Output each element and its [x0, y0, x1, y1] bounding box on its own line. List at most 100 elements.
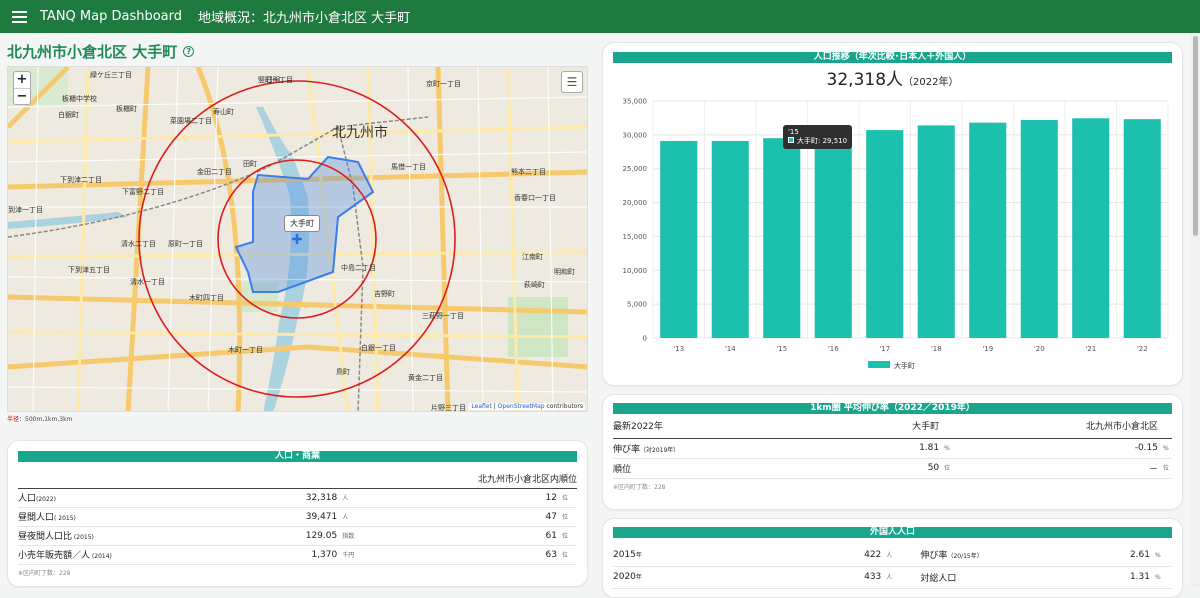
row-label: 昼間人口 [18, 513, 55, 523]
population-commerce-card: 人口・商業 北九州市小倉北区内順位 人口(2022) 32,318 人 12 位… [7, 440, 588, 587]
map-label: 吉野町 [374, 290, 395, 298]
x-tick-label: '18 [931, 345, 942, 353]
layers-icon[interactable]: ☰ [561, 71, 583, 93]
header-cell: 大手町 [864, 414, 940, 439]
tooltip-text: 大手町: 29,510 [797, 137, 848, 145]
legend-swatch [868, 361, 890, 368]
chart-title: 人口推移（年次比較･日本人＋外国人） [613, 52, 1172, 63]
map-label: 京町一丁目 [426, 80, 461, 88]
map-label: 下到津五丁目 [68, 266, 110, 274]
x-tick-label: '22 [1137, 345, 1148, 353]
map-label: 下富野二丁目 [122, 188, 164, 196]
row-rank-unit: 位 [562, 532, 569, 540]
column-header: 北九州市小倉北区内順位 [387, 462, 577, 489]
row-sub: ( 2015) [54, 515, 76, 522]
table-row: 人口(2022) 32,318 人 12 位 [18, 488, 577, 508]
map[interactable]: + − ☰ 北九州市 緑ケ丘三丁目 日明 板櫃中学校 板櫃町 白銀町 菜園場二丁… [7, 66, 588, 412]
row-unit: 位 [944, 465, 951, 472]
chart-tooltip: '15 大手町: 29,510 [783, 125, 853, 149]
osm-link[interactable]: OpenStreetMap [498, 403, 545, 410]
row-year: 2020 [613, 572, 636, 582]
bar [1072, 118, 1110, 338]
row-label: 昼夜間人口比 [18, 532, 73, 542]
map-label: 竪町一丁目 [258, 76, 293, 84]
row-city-unit: % [1163, 445, 1169, 452]
foreign-table: 2015年 422 人 伸び率（20/15年） 2.61 % 2020年 433… [613, 544, 1172, 589]
row-unit2: % [1155, 574, 1161, 581]
table-row: 2015年 422 人 伸び率（20/15年） 2.61 % [613, 544, 1172, 567]
headline-value: 32,318人 [826, 70, 904, 90]
table-row: 昼間人口( 2015) 39,471 人 47 位 [18, 507, 577, 527]
map-label: 白銀町 [58, 111, 79, 119]
row-unit: 千円 [342, 551, 355, 559]
card-title: 外国人人口 [613, 527, 1172, 538]
growth-table: 最新2022年 大手町 北九州市小倉北区 伸び率（対2019年） 1.81 % … [613, 414, 1172, 479]
y-tick-label: 25,000 [623, 165, 648, 173]
row-value: 1,370 [269, 545, 338, 565]
header-cell: 北九州市小倉北区 [959, 414, 1158, 439]
table-header-row: 最新2022年 大手町 北九州市小倉北区 [613, 414, 1172, 439]
row-unit: 人 [886, 551, 893, 559]
bar-chart[interactable]: 0 5,000 10,000 15,000 20,000 25,000 30,000 35,0… [613, 93, 1174, 383]
x-tick-label: '15 [776, 345, 787, 353]
map-label: 明和町 [554, 268, 575, 276]
x-tick-label: '19 [982, 345, 993, 353]
bar [1020, 119, 1058, 339]
bar [917, 125, 955, 339]
leaflet-link[interactable]: Leaflet [471, 403, 491, 410]
y-tick-label: 0 [643, 335, 647, 343]
radius-legend-text: ：500m,1km,3km [19, 416, 73, 423]
radius-legend-prefix: 半径 [7, 416, 20, 423]
growth-note: ※区内町丁数：228 [613, 483, 666, 491]
row-value: 1.81 [864, 438, 940, 459]
map-label: 板櫃町 [116, 105, 137, 113]
zoom-in-button[interactable]: + [14, 72, 30, 88]
row-value: 433 [780, 566, 882, 589]
card-title: 人口・商業 [18, 451, 577, 462]
map-label: 白銀一丁目 [361, 344, 396, 352]
row-value: 129.05 [269, 526, 338, 546]
menu-icon[interactable] [0, 0, 38, 33]
map-label: 江南町 [522, 253, 543, 261]
map-label: 原町一丁目 [168, 240, 203, 248]
row-city-unit: 位 [1163, 465, 1170, 472]
map-label: 緑ケ丘三丁目 [90, 71, 132, 79]
row-value: 422 [780, 544, 882, 567]
growth-rate-card: 1km圏 平均伸び率（2022／2019年） 最新2022年 大手町 北九州市小… [602, 394, 1183, 510]
area-pin-label[interactable]: 大手町 [284, 215, 320, 232]
bar [1123, 119, 1161, 338]
zoom-control: + − [13, 71, 31, 105]
y-tick-label: 10,000 [623, 267, 648, 275]
map-label: 三萩野一丁目 [422, 312, 464, 320]
row-year: 2015 [613, 549, 636, 560]
row-sub: （対2019年） [640, 446, 680, 454]
legend-label: 大手町 [894, 361, 915, 370]
map-label: 熊本二丁目 [511, 168, 546, 176]
row-value2: 1.31 [1094, 566, 1150, 589]
row-rank: 63 [387, 545, 557, 565]
zoom-out-button[interactable]: − [14, 88, 30, 104]
map-label: 到津一丁目 [8, 206, 43, 214]
help-icon[interactable]: ? [183, 46, 195, 57]
row-unit: 指数 [342, 532, 355, 540]
row-sub: (2022) [36, 496, 56, 503]
chart-headline: 32,318人（2022年） [613, 65, 1172, 90]
attribution-suffix: contributors [544, 403, 584, 410]
row-label: 人口 [18, 494, 37, 504]
scrollbar-thumb[interactable] [1193, 36, 1198, 236]
map-label: 清水二丁目 [121, 240, 156, 248]
map-label: 木町一丁目 [228, 346, 263, 354]
bar [763, 138, 801, 338]
map-canvas [8, 67, 587, 411]
row-sub: (2014) [90, 553, 112, 560]
page-heading: 地域概況：北九州市小倉北区 大手町 [198, 11, 411, 26]
app-bar: TANQ Map Dashboard 地域概況：北九州市小倉北区 大手町 [0, 0, 1200, 33]
app-title: TANQ Map Dashboard [40, 9, 183, 24]
map-label: 萩崎町 [524, 281, 545, 289]
place-title-text: 北九州市小倉北区 大手町 [7, 43, 178, 61]
map-label: 中島二丁目 [341, 264, 376, 272]
table-row: 小売年販売額／人 (2014) 1,370 千円 63 位 [18, 545, 577, 565]
bar [660, 140, 698, 338]
place-title: 北九州市小倉北区 大手町 ? [7, 41, 195, 62]
map-label: 香春口一丁目 [514, 194, 556, 202]
